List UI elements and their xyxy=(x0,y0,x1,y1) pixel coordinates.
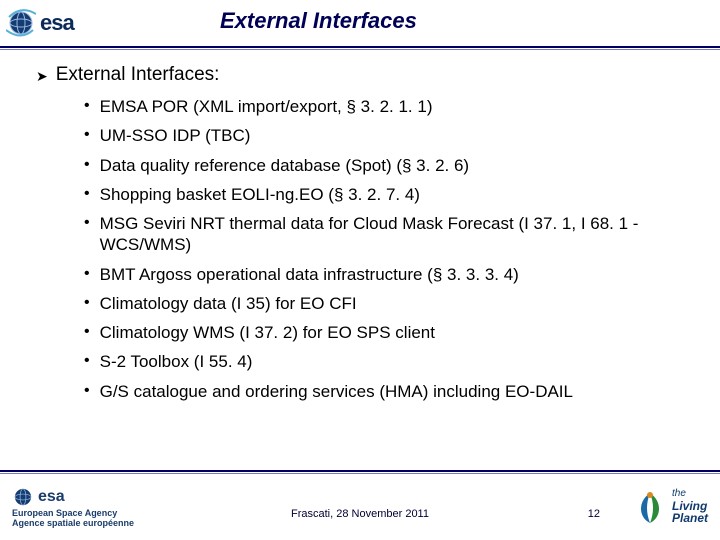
bullet-icon: • xyxy=(84,184,90,203)
bullet-text: MSG Seviri NRT thermal data for Cloud Ma… xyxy=(100,213,690,256)
living-planet-logo: the Living Planet xyxy=(632,487,708,527)
list-item: • EMSA POR (XML import/export, § 3. 2. 1.… xyxy=(84,96,690,117)
bullet-text: BMT Argoss operational data infrastructu… xyxy=(100,264,519,285)
list-item: • UM-SSO IDP (TBC) xyxy=(84,125,690,146)
bullet-icon: • xyxy=(84,322,90,341)
living-planet-text: the Living Planet xyxy=(672,489,708,525)
divider-bottom-1 xyxy=(0,470,720,472)
esa-logo: esa xyxy=(6,8,74,38)
bullet-icon: • xyxy=(84,264,90,283)
list-item: • G/S catalogue and ordering services (HM… xyxy=(84,381,690,402)
footer: esa European Space Agency Agence spatial… xyxy=(0,470,720,540)
slide-content: ➤ External Interfaces: • EMSA POR (XML im… xyxy=(0,50,720,402)
heading-row: ➤ External Interfaces: xyxy=(36,64,690,86)
bullet-icon: • xyxy=(84,125,90,144)
list-item: • Climatology WMS (I 37. 2) for EO SPS cl… xyxy=(84,322,690,343)
footer-inner: esa European Space Agency Agence spatial… xyxy=(0,474,720,536)
bullet-text: Shopping basket EOLI-ng.EO (§ 3. 2. 7. 4… xyxy=(100,184,420,205)
esa-logo-text: esa xyxy=(38,489,65,505)
list-item: • BMT Argoss operational data infrastruct… xyxy=(84,264,690,285)
bullet-icon: • xyxy=(84,351,90,370)
bullet-icon: • xyxy=(84,293,90,312)
bullet-text: Climatology WMS (I 37. 2) for EO SPS cli… xyxy=(100,322,435,343)
bullet-icon: • xyxy=(84,96,90,115)
esa-footer-logo: esa European Space Agency Agence spatial… xyxy=(12,486,134,528)
header: esa External Interfaces xyxy=(0,0,720,46)
divider-top-1 xyxy=(0,46,720,48)
agency-name-fr: Agence spatiale européenne xyxy=(12,519,134,528)
bullet-icon: • xyxy=(84,213,90,232)
living-planet-title: Living Planet xyxy=(672,500,708,525)
agency-name-en: European Space Agency xyxy=(12,509,117,518)
bullet-list: • EMSA POR (XML import/export, § 3. 2. 1.… xyxy=(36,96,690,402)
bullet-icon: • xyxy=(84,155,90,174)
esa-globe-icon xyxy=(6,8,36,38)
bullet-text: G/S catalogue and ordering services (HMA… xyxy=(100,381,573,402)
bullet-text: EMSA POR (XML import/export, § 3. 2. 1. … xyxy=(100,96,433,117)
arrow-bullet-icon: ➤ xyxy=(36,68,48,85)
footer-location: Frascati, 28 November 2011 xyxy=(291,508,429,520)
living-planet-icon xyxy=(632,487,668,527)
bullet-text: Climatology data (I 35) for EO CFI xyxy=(100,293,357,314)
heading-text: External Interfaces: xyxy=(56,64,220,86)
bullet-text: Data quality reference database (Spot) (… xyxy=(100,155,469,176)
esa-globe-icon xyxy=(12,486,34,508)
esa-logo-text: esa xyxy=(40,10,74,36)
list-item: • MSG Seviri NRT thermal data for Cloud M… xyxy=(84,213,690,256)
bullet-text: S-2 Toolbox (I 55. 4) xyxy=(100,351,253,372)
list-item: • Shopping basket EOLI-ng.EO (§ 3. 2. 7. … xyxy=(84,184,690,205)
bullet-icon: • xyxy=(84,381,90,400)
slide-title: External Interfaces xyxy=(220,8,417,34)
page-number: 12 xyxy=(588,508,600,520)
bullet-text: UM-SSO IDP (TBC) xyxy=(100,125,251,146)
list-item: • Data quality reference database (Spot) … xyxy=(84,155,690,176)
list-item: • S-2 Toolbox (I 55. 4) xyxy=(84,351,690,372)
list-item: • Climatology data (I 35) for EO CFI xyxy=(84,293,690,314)
